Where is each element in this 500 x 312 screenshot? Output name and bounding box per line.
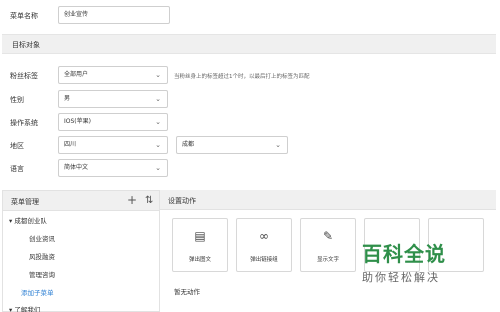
menu-manager-panel: 菜单管理 + ⇅ ▾ 成都创业队 创业资讯 风投融资 管理咨询 添加子菜单 ▾ …	[2, 190, 160, 312]
section-title: 目标对象	[12, 41, 40, 49]
os-label: 操作系统	[10, 119, 38, 127]
target-section-header: 目标对象	[2, 34, 496, 54]
menu-item-chengdu[interactable]: ▾ 成都创业队	[9, 215, 47, 225]
region-province-value: 四川	[64, 141, 77, 148]
action-label: 弹出链接组	[250, 257, 278, 263]
gender-select[interactable]: 男 ⌄	[58, 90, 168, 108]
fans-tag-label: 粉丝标签	[10, 72, 38, 80]
menu-manager-title: 菜单管理	[11, 198, 39, 206]
region-city-value: 成都	[182, 141, 195, 148]
message-icon: ▤	[194, 229, 206, 243]
chevron-down-icon: ⌄	[155, 95, 161, 103]
language-value: 简体中文	[64, 164, 89, 171]
popup-article-button[interactable]: ▤ 弹出图文	[172, 218, 228, 272]
action-label: 显示文字	[316, 257, 339, 263]
os-value: IOS(苹果)	[64, 118, 91, 125]
chevron-down-icon: ⌄	[155, 164, 161, 172]
watermark-main-text: 百科全说	[362, 242, 446, 266]
watermark-logo: 百科全说 助你轻松解决	[362, 238, 496, 285]
add-submenu-link[interactable]: 添加子菜单	[21, 287, 54, 297]
gender-value: 男	[64, 95, 71, 102]
fans-tag-hint: 当粉丝身上的标签超过1个时，以最后打上的标签为匹配	[174, 74, 310, 80]
language-select[interactable]: 简体中文 ⌄	[58, 159, 168, 177]
submenu-item[interactable]: 管理咨询	[29, 269, 55, 279]
gender-label: 性别	[10, 96, 24, 104]
pencil-icon: ✎	[322, 229, 334, 243]
region-label: 地区	[10, 142, 24, 150]
menu-name-input[interactable]: 创业宣传	[58, 6, 170, 24]
show-text-button[interactable]: ✎ 显示文字	[300, 218, 356, 272]
menu-item-about-us[interactable]: ▾ 了解我们	[9, 304, 40, 312]
chevron-down-icon: ⌄	[275, 141, 281, 149]
os-select[interactable]: IOS(苹果) ⌄	[58, 113, 168, 131]
link-icon: ∞	[259, 229, 269, 243]
chevron-down-icon: ⌄	[155, 118, 161, 126]
actions-header: 设置动作	[160, 190, 496, 210]
watermark-sub-text: 助你轻松解决	[362, 271, 440, 284]
menu-name-label: 菜单名称	[10, 12, 38, 20]
region-province-select[interactable]: 四川 ⌄	[58, 136, 168, 154]
sort-icon[interactable]: ⇅	[145, 195, 153, 206]
actions-title: 设置动作	[168, 197, 196, 205]
plus-icon[interactable]: +	[127, 193, 137, 207]
popup-link-group-button[interactable]: ∞ 弹出链接组	[236, 218, 292, 272]
menu-manager-header: 菜单管理 + ⇅	[3, 191, 159, 211]
fans-tag-select[interactable]: 全部用户 ⌄	[58, 66, 168, 84]
chevron-down-icon: ⌄	[155, 141, 161, 149]
language-label: 语言	[10, 165, 24, 173]
region-city-select[interactable]: 成都 ⌄	[176, 136, 288, 154]
no-action-text: 暂无动作	[174, 288, 200, 296]
action-label: 弹出图文	[188, 257, 211, 263]
submenu-item[interactable]: 风投融资	[29, 251, 55, 261]
fans-tag-value: 全部用户	[64, 71, 89, 78]
submenu-item[interactable]: 创业资讯	[29, 233, 55, 243]
chevron-down-icon: ⌄	[155, 71, 161, 79]
